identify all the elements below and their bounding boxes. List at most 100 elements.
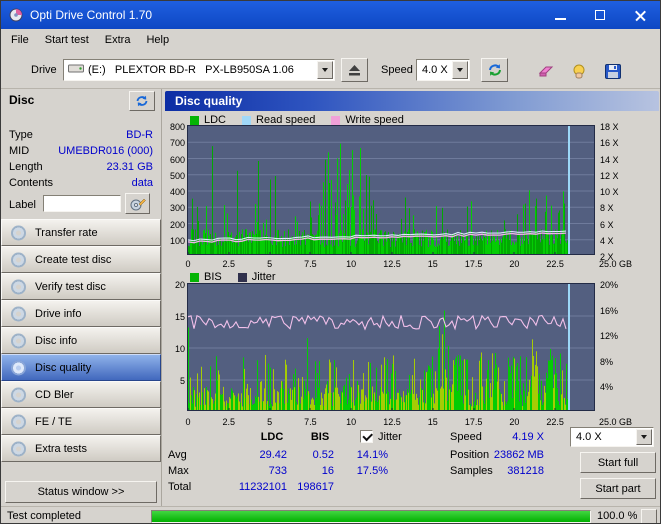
drive-select-dropdown-button[interactable] (317, 61, 333, 79)
drive-select[interactable]: (E:) PLEXTOR BD-R PX-LB950SA 1.06 (63, 59, 335, 81)
bis-total-value: 198617 (297, 481, 334, 493)
quality-speed-dropdown-button[interactable] (636, 429, 652, 445)
axis-label: 10 X (600, 187, 619, 197)
axis-label: 12.5 (383, 259, 401, 269)
jitter-swatch (237, 272, 247, 282)
transfer-rate-icon (11, 225, 26, 240)
write-speed-swatch (331, 115, 341, 125)
field-value: 23.31 GB (106, 161, 153, 173)
menu-file[interactable]: File (3, 31, 37, 49)
cd-bler-icon (11, 387, 26, 402)
close-button[interactable] (620, 1, 660, 29)
minimize-icon (554, 17, 566, 20)
disc-quality-icon (11, 360, 26, 375)
refresh-icon (136, 95, 148, 107)
status-window-button[interactable]: Status window >> (5, 481, 157, 503)
jitter-checkbox[interactable] (360, 430, 373, 443)
quality-speed-select[interactable]: 4.0 X (570, 427, 654, 447)
axis-label: 20 (509, 259, 520, 269)
axis-label: 7.5 (304, 259, 317, 269)
sidebar-item-label: CD Bler (35, 388, 74, 401)
sidebar-item-label: FE / TE (35, 415, 73, 428)
maximize-icon (595, 10, 605, 20)
progress-percent: 100.0 % (597, 510, 638, 522)
save-icon (605, 63, 621, 79)
eject-button[interactable] (341, 58, 368, 82)
axis-label: 18 X (600, 122, 619, 132)
menu-start-test[interactable]: Start test (37, 31, 97, 49)
extra-tests-icon (11, 441, 26, 456)
save-button[interactable] (599, 58, 627, 84)
speed-stat-label: Speed (450, 431, 482, 443)
refresh-disc-button[interactable] (129, 91, 155, 111)
drive-icon (68, 64, 84, 77)
axis-label: 4% (600, 382, 614, 393)
axis-label: 20 (174, 280, 185, 290)
refresh-drives-button[interactable] (481, 58, 508, 82)
label-edit-button[interactable] (125, 193, 150, 214)
hand-icon (573, 64, 585, 78)
axis-label: 12.5 (383, 417, 401, 427)
sidebar: Disc Type BD-R MID UMEBDR016 (000) Length 2… (1, 89, 161, 506)
axis-label: 15 (174, 312, 185, 322)
bis-column-header: BIS (310, 431, 330, 443)
chevron-down-icon (457, 68, 463, 72)
axis-label: 6 X (600, 219, 614, 230)
disc-field-contents: Contents data (9, 177, 153, 189)
axis-label: 8 X (600, 203, 614, 214)
statusbar-button[interactable] (641, 509, 657, 523)
axis-label: 20 (509, 417, 520, 427)
sidebar-item-transfer-rate[interactable]: Transfer rate (1, 219, 161, 246)
chevron-down-icon (641, 435, 647, 439)
menu-help[interactable]: Help (138, 31, 177, 49)
axis-label: 2.5 (222, 259, 236, 269)
speed-select[interactable]: 4.0 X (416, 59, 470, 81)
window-controls (540, 1, 660, 29)
sidebar-item-label: Create test disc (35, 253, 112, 266)
disc-info-icon (11, 333, 26, 348)
field-value: BD-R (126, 129, 153, 141)
speed-select-dropdown-button[interactable] (452, 61, 468, 79)
axis-label: 400 (169, 187, 185, 197)
minimize-button[interactable] (540, 1, 580, 29)
erase-disc-button[interactable] (531, 58, 559, 84)
sidebar-item-extra-tests[interactable]: Extra tests (1, 435, 161, 462)
ldc-swatch (190, 115, 199, 125)
axis-label: 800 (169, 122, 185, 132)
field-label: Contents (9, 177, 54, 189)
start-part-button[interactable]: Start part (580, 478, 656, 499)
sidebar-item-verify-test-disc[interactable]: Verify test disc (1, 273, 161, 300)
axis-label: 12% (600, 331, 619, 342)
speed-label: Speed (381, 64, 413, 76)
opti-drive-control-window: Opti Drive Control 1.70 File Start test … (0, 0, 661, 524)
sidebar-item-create-test-disc[interactable]: Create test disc (1, 246, 161, 273)
sidebar-item-label: Disc quality (35, 361, 92, 374)
panel-title: Disc quality (175, 94, 243, 108)
label-input[interactable] (43, 195, 121, 212)
sidebar-item-cd-bler[interactable]: CD Bler (1, 381, 161, 408)
titlebar[interactable]: Opti Drive Control 1.70 (1, 1, 660, 29)
menubar: File Start test Extra Help (1, 29, 660, 50)
start-full-button[interactable]: Start full (580, 452, 656, 473)
sidebar-item-drive-info[interactable]: Drive info (1, 300, 161, 327)
axis-label: 7.5 (304, 417, 317, 427)
field-label: Type (9, 129, 33, 141)
maximize-button[interactable] (580, 1, 620, 29)
jitter-label: Jitter (378, 431, 402, 443)
sidebar-item-disc-info[interactable]: Disc info (1, 327, 161, 354)
menu-extra[interactable]: Extra (97, 31, 139, 49)
axis-label: 700 (169, 138, 185, 149)
disc-field-length: Length 23.31 GB (9, 161, 153, 173)
axis-label: 600 (169, 154, 185, 165)
position-stat-value: 23862 MB (493, 449, 544, 461)
field-value: UMEBDR016 (000) (58, 145, 153, 157)
hand-tool-button[interactable] (565, 58, 593, 84)
bis-chart-plot (187, 283, 595, 411)
sidebar-item-label: Verify test disc (35, 280, 106, 293)
bis-swatch (190, 272, 199, 282)
sidebar-item-disc-quality[interactable]: Disc quality (1, 354, 161, 381)
sidebar-item-fe-te[interactable]: FE / TE (1, 408, 161, 435)
chevron-down-icon (322, 68, 328, 72)
close-icon (634, 9, 647, 22)
axis-label: 15 (427, 259, 438, 269)
